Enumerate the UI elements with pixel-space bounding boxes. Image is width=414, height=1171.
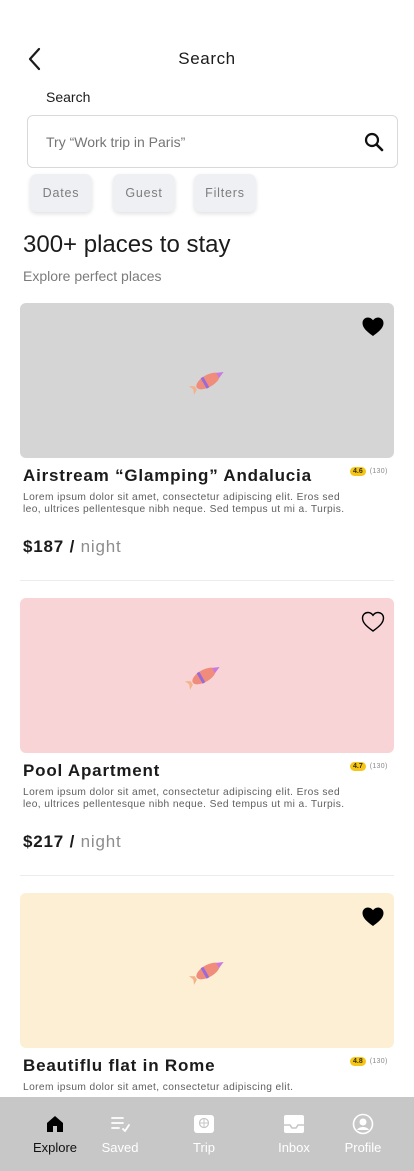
divider — [20, 580, 394, 581]
nav-inbox[interactable]: Inbox — [272, 1097, 316, 1171]
listing-image[interactable] — [20, 598, 394, 753]
home-icon — [47, 1116, 63, 1132]
price-unit: night — [80, 537, 122, 556]
listing-price: $217 / night — [23, 832, 122, 852]
review-count: (130) — [369, 763, 388, 770]
listing-card[interactable]: Pool Apartment 4.7 (130) Lorem ipsum dol… — [20, 598, 394, 878]
nav-trip[interactable]: Trip — [182, 1097, 226, 1171]
listing-price: $187 / night — [23, 537, 122, 557]
filters-chip[interactable]: Filters — [194, 174, 256, 212]
nav-label: Explore — [32, 1140, 78, 1155]
app-header: Search — [0, 0, 414, 80]
listing-image[interactable] — [20, 893, 394, 1048]
nav-label: Saved — [101, 1140, 139, 1155]
heart-filled-icon[interactable] — [361, 316, 385, 338]
nav-label: Inbox — [278, 1140, 310, 1155]
inbox-icon — [284, 1115, 304, 1133]
nav-profile[interactable]: Profile — [340, 1097, 386, 1171]
price-separator: / — [69, 832, 76, 851]
heart-outline-icon[interactable] — [361, 611, 385, 633]
nav-label: Profile — [344, 1140, 382, 1155]
nav-saved[interactable]: Saved — [96, 1097, 144, 1171]
rating: 4.7 (130) — [350, 762, 388, 771]
results-subheading: Explore perfect places — [23, 268, 162, 284]
listing-description: Lorem ipsum dolor sit amet, consectetur … — [23, 787, 345, 810]
divider — [20, 875, 394, 876]
review-count: (130) — [369, 1058, 388, 1065]
review-count: (130) — [369, 468, 388, 475]
price-amount: $217 — [23, 832, 65, 851]
rocket-icon — [189, 962, 224, 985]
heart-filled-icon[interactable] — [361, 906, 385, 928]
saved-list-icon — [111, 1117, 130, 1133]
profile-icon — [352, 1113, 374, 1135]
rating: 4.8 (130) — [350, 1057, 388, 1066]
page-title: Search — [178, 49, 236, 68]
search-icon[interactable] — [363, 131, 385, 153]
rating-badge: 4.6 — [350, 467, 366, 476]
rating-badge: 4.7 — [350, 762, 366, 771]
price-separator: / — [69, 537, 76, 556]
nav-label: Trip — [193, 1140, 215, 1155]
bottom-nav: Explore Saved Trip Inbox Profile — [0, 1097, 414, 1171]
nav-explore[interactable]: Explore — [28, 1097, 82, 1171]
price-amount: $187 — [23, 537, 65, 556]
search-input[interactable] — [46, 116, 346, 167]
price-unit: night — [80, 832, 122, 851]
trip-icon — [194, 1115, 214, 1133]
listing-title[interactable]: Pool Apartment — [23, 761, 160, 781]
rating: 4.6 (130) — [350, 467, 388, 476]
results-heading: 300+ places to stay — [23, 231, 231, 258]
listing-title[interactable]: Airstream “Glamping” Andalucia — [23, 466, 312, 486]
listing-card[interactable]: Beautiflu flat in Rome 4.8 (130) Lorem i… — [20, 893, 394, 1097]
rocket-icon — [189, 372, 224, 395]
listing-card[interactable]: Airstream “Glamping” Andalucia 4.6 (130)… — [20, 303, 394, 583]
listing-image[interactable] — [20, 303, 394, 458]
listing-description: Lorem ipsum dolor sit amet, consectetur … — [23, 492, 345, 515]
rating-badge: 4.8 — [350, 1057, 366, 1066]
search-label: Search — [46, 89, 91, 105]
search-box[interactable] — [27, 115, 398, 168]
listing-title[interactable]: Beautiflu flat in Rome — [23, 1056, 215, 1076]
rocket-icon — [185, 667, 220, 690]
listing-description: Lorem ipsum dolor sit amet, consectetur … — [23, 1082, 294, 1093]
guest-chip[interactable]: Guest — [113, 174, 175, 212]
dates-chip[interactable]: Dates — [30, 174, 92, 212]
